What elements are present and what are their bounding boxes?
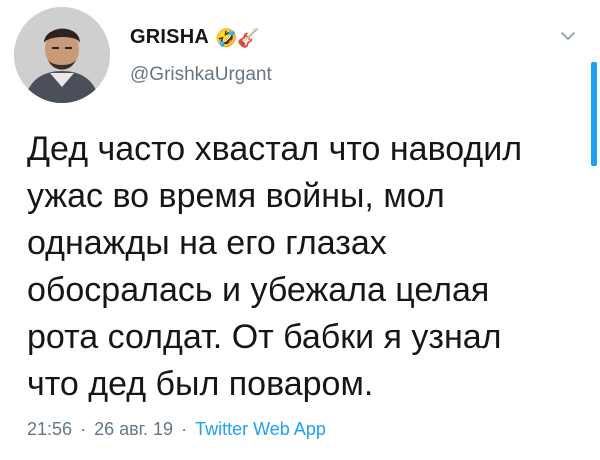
avatar[interactable] — [14, 7, 110, 103]
meta-separator: · — [181, 419, 188, 439]
name-emoji: 🤣🎸 — [214, 27, 260, 48]
avatar-image — [14, 7, 110, 103]
tweet-date[interactable]: 26 авг. 19 — [94, 419, 173, 439]
tweet-time[interactable]: 21:56 — [27, 419, 72, 439]
tweet-text: Дед часто хвастал что наводил ужас во вр… — [27, 126, 587, 408]
tweet-line: обосралась и убежала целая — [27, 271, 490, 309]
tweet-line: ужас во время войны, мол — [27, 177, 445, 215]
tweet-line: однажды на его глазах — [27, 224, 387, 262]
chevron-down-icon[interactable] — [560, 30, 576, 42]
tweet-source[interactable]: Twitter Web App — [195, 419, 326, 439]
tweet-line: рота солдат. От бабки я узнал — [27, 318, 502, 356]
author-name-row[interactable]: GRISHA 🤣🎸 — [130, 26, 260, 49]
tweet-line: что дед был поваром. — [27, 365, 374, 403]
tweet-card: GRISHA 🤣🎸 @GrishkaUrgant Дед часто хваст… — [0, 0, 600, 460]
meta-separator: · — [80, 419, 87, 439]
tweet-line: Дед часто хвастал что наводил — [27, 130, 523, 168]
tweet-meta: 21:56 · 26 авг. 19 · Twitter Web App — [27, 419, 326, 440]
scroll-accent-bar — [591, 62, 597, 166]
author-handle[interactable]: @GrishkaUrgant — [130, 64, 272, 86]
author-name[interactable]: GRISHA — [130, 26, 209, 49]
